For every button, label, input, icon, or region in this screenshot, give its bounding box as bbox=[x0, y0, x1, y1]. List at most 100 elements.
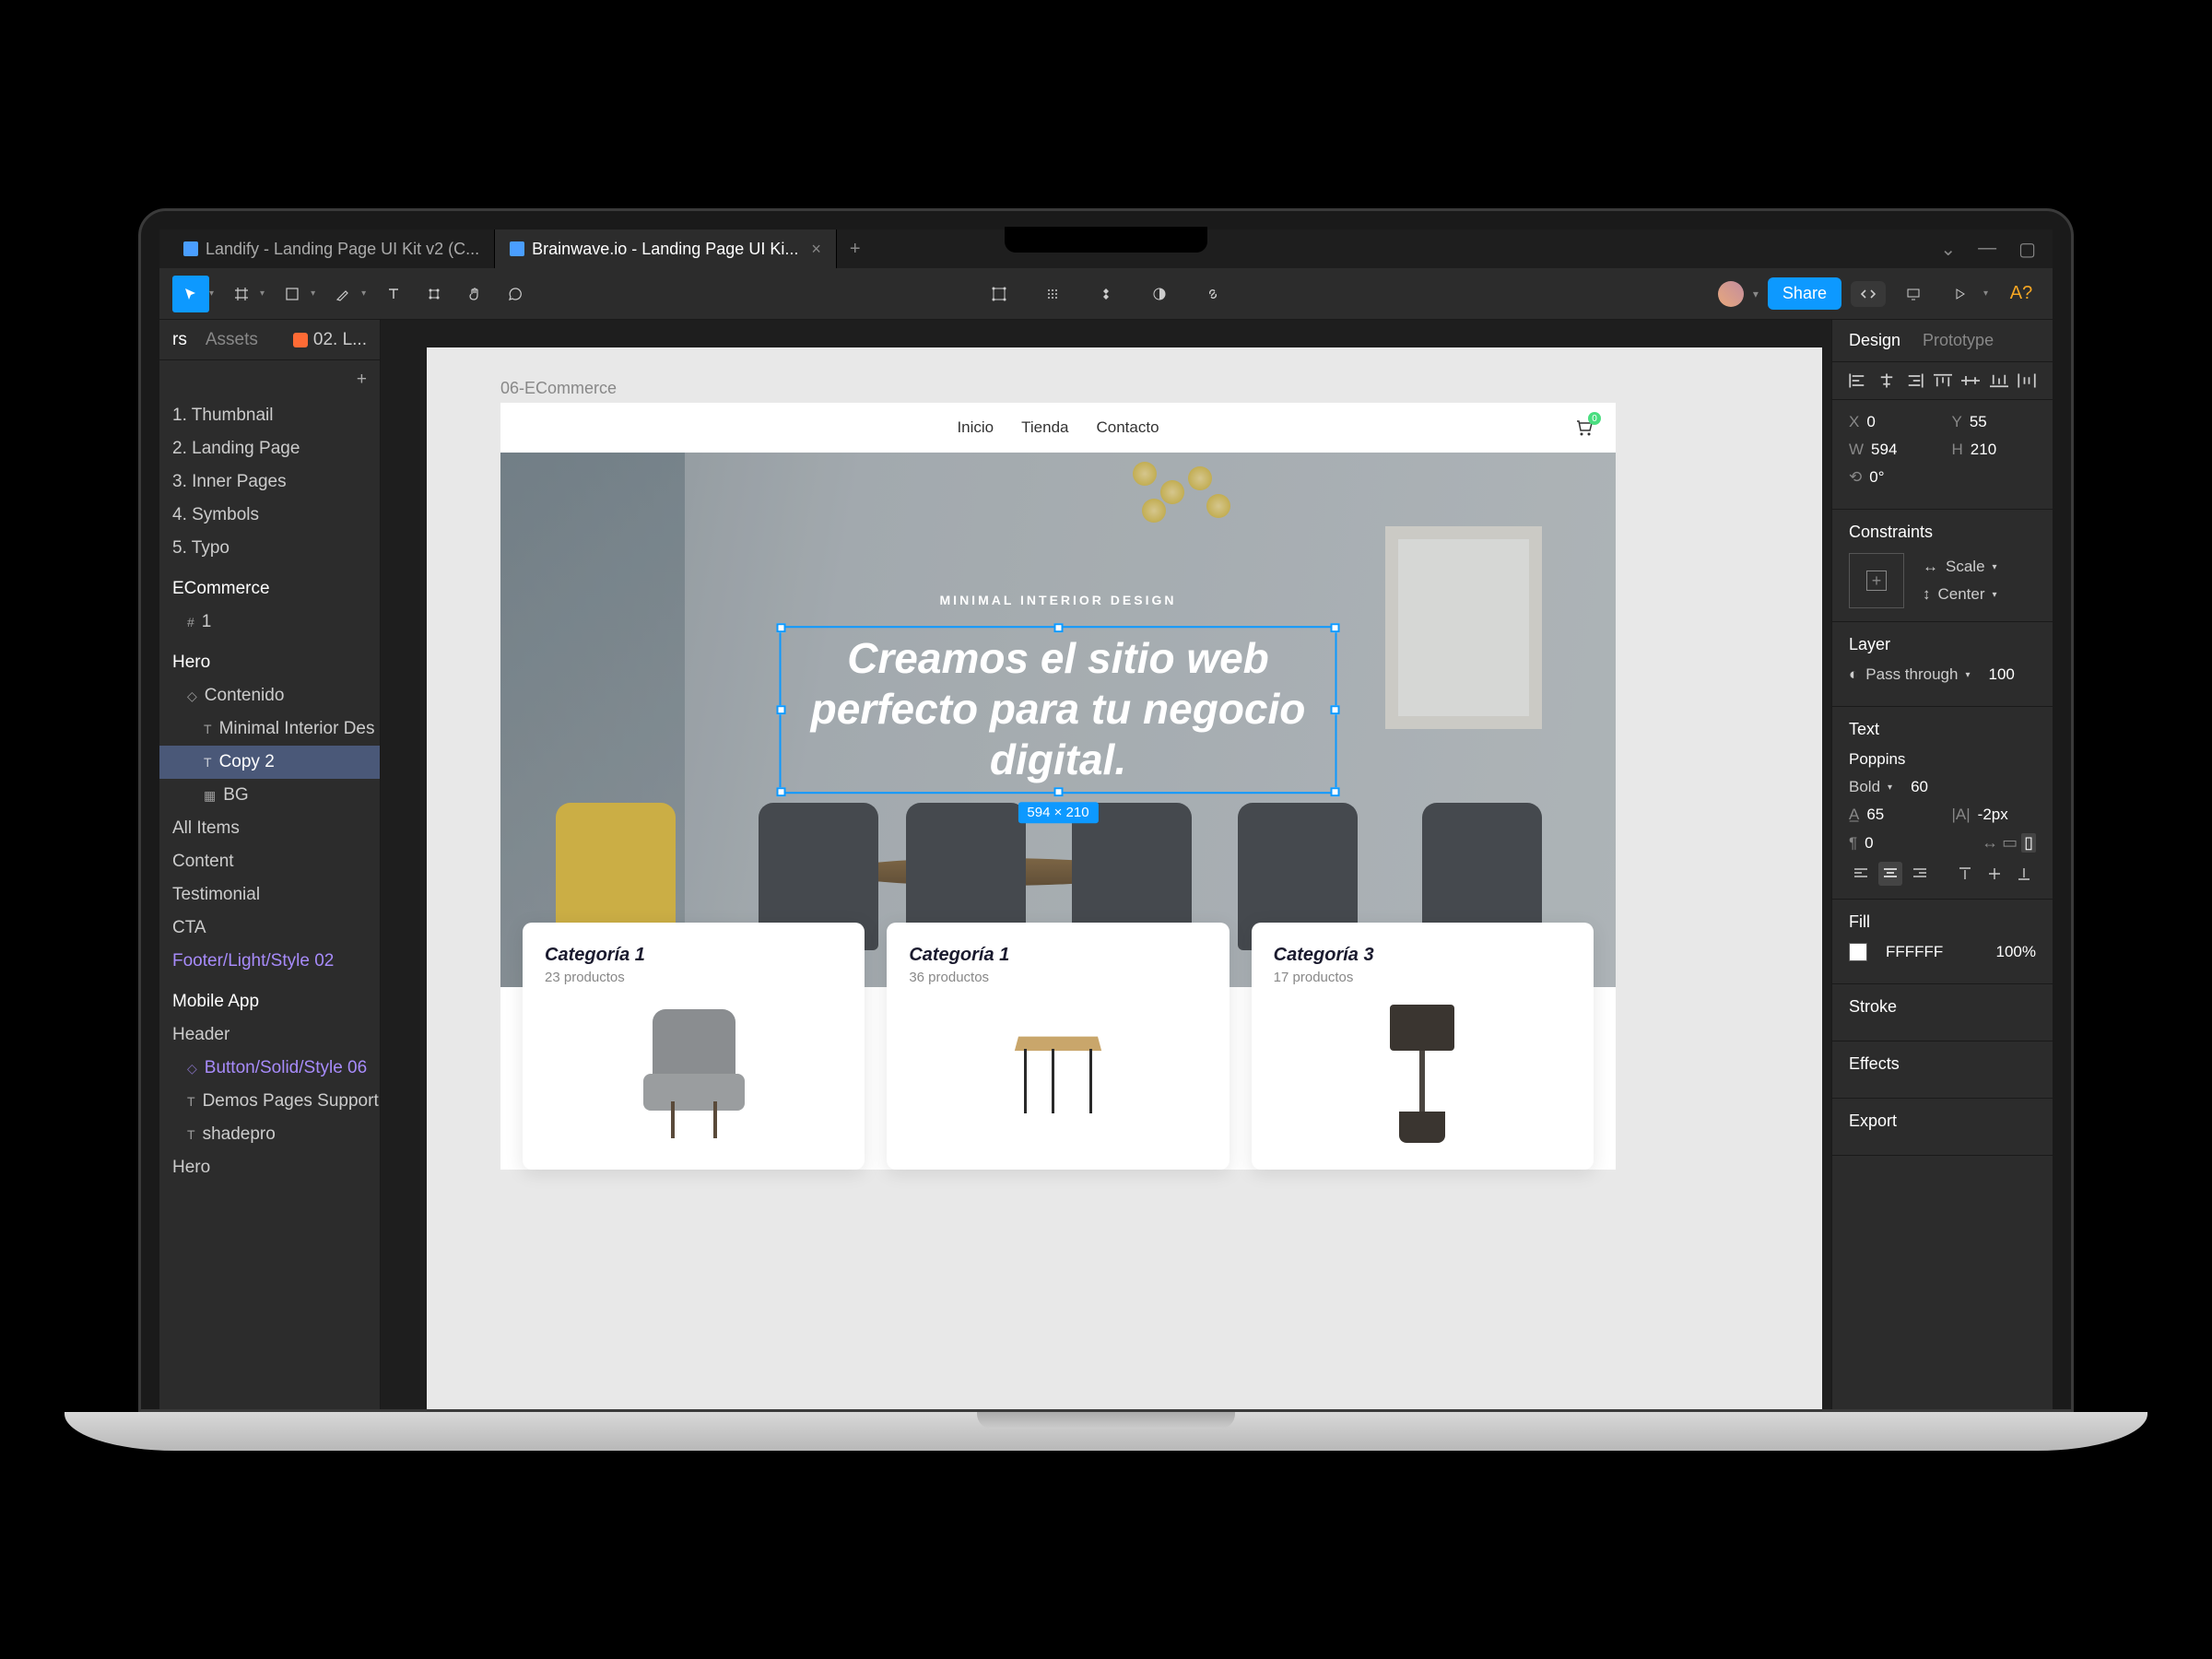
y-field[interactable]: Y55 bbox=[1952, 413, 2037, 431]
layer-testimonial[interactable]: Testimonial bbox=[159, 878, 380, 912]
resize-handle[interactable] bbox=[1331, 787, 1340, 796]
layer-bg[interactable]: ▦BG bbox=[159, 779, 380, 812]
text-align-middle[interactable] bbox=[1983, 862, 2006, 886]
resize-handle[interactable] bbox=[777, 787, 786, 796]
auto-width-icon[interactable]: ↔ bbox=[1982, 833, 1998, 853]
user-avatar[interactable] bbox=[1718, 281, 1744, 307]
category-card-3[interactable]: Categoría 3 17 productos bbox=[1252, 923, 1594, 1170]
constraint-target[interactable]: + bbox=[1849, 553, 1904, 608]
page-selector[interactable]: 02. L... bbox=[293, 330, 367, 350]
play-tool[interactable] bbox=[1941, 276, 1978, 312]
distribute-icon[interactable] bbox=[2018, 373, 2036, 388]
resize-handle[interactable] bbox=[777, 623, 786, 632]
layer-minimal-interior[interactable]: TMinimal Interior Des bbox=[159, 712, 380, 746]
height-field[interactable]: H210 bbox=[1952, 441, 2037, 459]
align-top-icon[interactable] bbox=[1934, 373, 1952, 388]
export-section[interactable]: Export bbox=[1832, 1099, 2053, 1156]
fill-color-swatch[interactable] bbox=[1849, 943, 1867, 961]
minimize-icon[interactable]: — bbox=[1978, 238, 1996, 261]
align-center-h-icon[interactable] bbox=[1877, 373, 1896, 388]
category-card-1[interactable]: Categoría 1 23 productos bbox=[523, 923, 865, 1170]
dev-mode-button[interactable] bbox=[1851, 281, 1886, 307]
resize-handle[interactable] bbox=[1331, 623, 1340, 632]
effects-section[interactable]: Effects bbox=[1832, 1041, 2053, 1099]
text-align-center[interactable] bbox=[1878, 862, 1902, 886]
artboard-ecommerce[interactable]: 06-ECommerce Inicio Tienda Contacto 0 bbox=[500, 403, 1616, 1170]
chevron-down-icon[interactable]: ▾ bbox=[260, 288, 265, 299]
text-align-left[interactable] bbox=[1849, 862, 1873, 886]
align-left-icon[interactable] bbox=[1849, 373, 1867, 388]
width-field[interactable]: W594 bbox=[1849, 441, 1934, 459]
resize-handle[interactable] bbox=[1053, 787, 1063, 796]
line-height-field[interactable]: A̲65 bbox=[1849, 806, 1934, 824]
nav-inicio[interactable]: Inicio bbox=[957, 418, 994, 437]
layers-tab[interactable]: rs bbox=[172, 330, 187, 350]
chevron-down-icon[interactable]: ⌄ bbox=[1940, 238, 1956, 261]
move-tool[interactable] bbox=[172, 276, 209, 312]
align-bottom-icon[interactable] bbox=[1990, 373, 2008, 388]
prototype-tab[interactable]: Prototype bbox=[1923, 331, 1994, 350]
cart-icon[interactable]: 0 bbox=[1573, 418, 1594, 438]
page-landing[interactable]: 2. Landing Page bbox=[159, 432, 380, 465]
x-field[interactable]: X0 bbox=[1849, 413, 1934, 431]
layer-content[interactable]: Content bbox=[159, 845, 380, 878]
layer-cta[interactable]: CTA bbox=[159, 912, 380, 945]
mask-tool[interactable] bbox=[1088, 276, 1124, 312]
constraint-horizontal[interactable]: ↔Scale▾ bbox=[1923, 558, 2036, 576]
layer-footer[interactable]: Footer/Light/Style 02 bbox=[159, 945, 380, 978]
layer-opacity[interactable]: 100 bbox=[1989, 665, 2015, 684]
align-right-icon[interactable] bbox=[1905, 373, 1924, 388]
text-tool[interactable] bbox=[375, 276, 412, 312]
hand-tool[interactable] bbox=[456, 276, 493, 312]
edit-object-tool[interactable] bbox=[981, 276, 1018, 312]
resize-handle[interactable] bbox=[1053, 623, 1063, 632]
design-tab[interactable]: Design bbox=[1849, 331, 1900, 350]
chevron-down-icon[interactable]: ▾ bbox=[361, 288, 366, 299]
close-icon[interactable]: × bbox=[811, 240, 821, 259]
layer-shadepro[interactable]: Tshadepro bbox=[159, 1118, 380, 1151]
stroke-section[interactable]: Stroke bbox=[1832, 984, 2053, 1041]
layer-all-items[interactable]: All Items bbox=[159, 812, 380, 845]
component-tool[interactable] bbox=[1034, 276, 1071, 312]
layer-mobile-app[interactable]: Mobile App bbox=[159, 985, 380, 1018]
fill-opacity[interactable]: 100% bbox=[1996, 943, 2036, 961]
maximize-icon[interactable]: ▢ bbox=[2018, 238, 2036, 261]
page-thumbnail[interactable]: 1. Thumbnail bbox=[159, 399, 380, 432]
text-align-top[interactable] bbox=[1953, 862, 1977, 886]
fill-hex[interactable]: FFFFFF bbox=[1886, 943, 1943, 961]
selected-text-element[interactable]: Creamos el sitio web perfecto para tu ne… bbox=[780, 626, 1337, 794]
add-page-button[interactable]: + bbox=[159, 360, 380, 399]
font-size[interactable]: 60 bbox=[1911, 778, 1928, 796]
pen-tool[interactable] bbox=[324, 276, 361, 312]
page-symbols[interactable]: 4. Symbols bbox=[159, 499, 380, 532]
rotation-field[interactable]: ⟲0° bbox=[1849, 468, 2036, 487]
section-ecommerce[interactable]: ECommerce bbox=[159, 572, 380, 606]
page-inner[interactable]: 3. Inner Pages bbox=[159, 465, 380, 499]
page-typo[interactable]: 5. Typo bbox=[159, 532, 380, 565]
comment-tool[interactable] bbox=[497, 276, 534, 312]
layer-hero[interactable]: Hero bbox=[159, 646, 380, 679]
share-button[interactable]: Share bbox=[1768, 277, 1841, 310]
shape-tool[interactable] bbox=[274, 276, 311, 312]
resize-handle[interactable] bbox=[1331, 705, 1340, 714]
boolean-tool[interactable] bbox=[1141, 276, 1178, 312]
layer-copy-2[interactable]: TCopy 2 bbox=[159, 746, 380, 779]
nav-tienda[interactable]: Tienda bbox=[1021, 418, 1068, 437]
auto-height-icon[interactable]: ▭ bbox=[2002, 833, 2018, 853]
chevron-down-icon[interactable]: ▾ bbox=[311, 288, 315, 299]
frame-label[interactable]: 06-ECommerce bbox=[500, 379, 617, 398]
frame-tool[interactable] bbox=[223, 276, 260, 312]
layer-contenido[interactable]: ◇Contenido bbox=[159, 679, 380, 712]
font-weight-dropdown[interactable]: Bold▾ bbox=[1849, 778, 1892, 796]
text-align-right[interactable] bbox=[1908, 862, 1932, 886]
blend-mode-dropdown[interactable]: ◐Pass through▾ bbox=[1849, 665, 1971, 684]
paragraph-spacing-field[interactable]: ¶0 bbox=[1849, 833, 1963, 853]
resources-tool[interactable] bbox=[416, 276, 453, 312]
tab-landify[interactable]: Landify - Landing Page UI Kit v2 (C... bbox=[169, 229, 495, 268]
canvas[interactable]: 06-ECommerce Inicio Tienda Contacto 0 bbox=[381, 320, 1831, 1409]
align-center-v-icon[interactable] bbox=[1961, 373, 1980, 388]
layer-hero-2[interactable]: Hero bbox=[159, 1151, 380, 1184]
layer-header[interactable]: Header bbox=[159, 1018, 380, 1052]
tab-brainwave[interactable]: Brainwave.io - Landing Page UI Ki... × bbox=[495, 229, 837, 268]
font-family[interactable]: Poppins bbox=[1849, 750, 1905, 769]
